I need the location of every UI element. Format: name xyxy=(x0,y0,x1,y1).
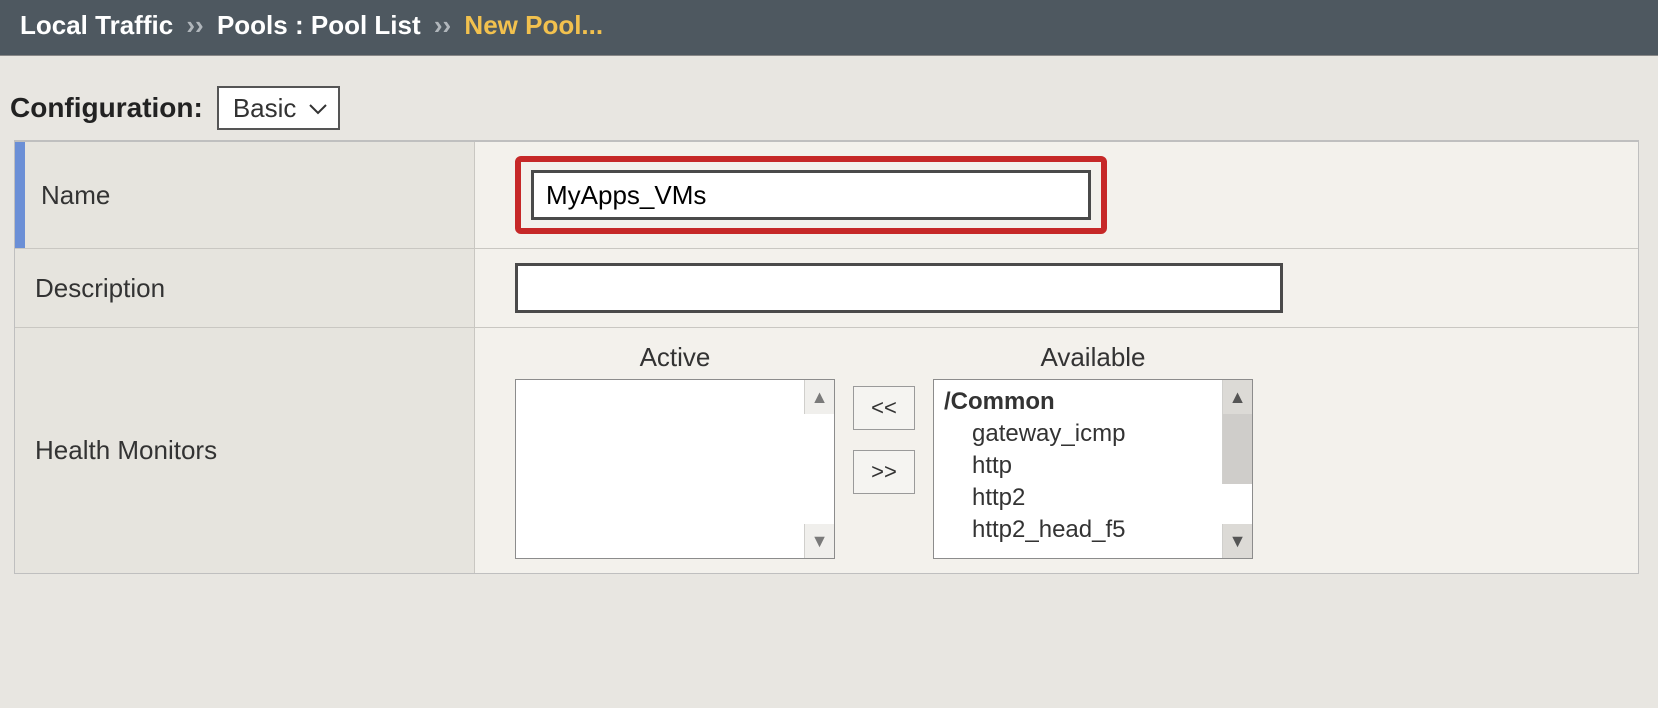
scrollbar-thumb[interactable] xyxy=(1222,414,1252,484)
name-input[interactable] xyxy=(531,170,1091,220)
breadcrumb-local-traffic[interactable]: Local Traffic xyxy=(20,10,173,40)
breadcrumb-separator: ›› xyxy=(428,10,457,40)
configuration-row: Configuration: Basic xyxy=(0,56,1658,140)
breadcrumb: Local Traffic ›› Pools : Pool List ›› Ne… xyxy=(0,0,1658,56)
available-header: Available xyxy=(1040,342,1145,373)
row-description: Description xyxy=(15,249,1638,328)
name-label: Name xyxy=(15,142,475,248)
active-header: Active xyxy=(640,342,711,373)
move-left-button[interactable]: << xyxy=(853,386,915,430)
active-column: Active ▲ ▼ xyxy=(515,342,835,559)
configuration-select[interactable]: Basic xyxy=(217,86,341,130)
move-buttons: << >> xyxy=(853,386,915,494)
breadcrumb-current: New Pool... xyxy=(464,10,603,40)
breadcrumb-pools[interactable]: Pools : Pool List xyxy=(217,10,421,40)
scroll-up-icon[interactable]: ▲ xyxy=(804,380,834,414)
active-listbox[interactable]: ▲ ▼ xyxy=(515,379,835,559)
list-item[interactable]: http2_head_f5 xyxy=(944,514,1212,546)
available-column: Available ▲ ▼ /Common gateway_icmp http … xyxy=(933,342,1253,559)
row-name: Name xyxy=(15,142,1638,249)
health-monitors-picker: Active ▲ ▼ << >> Available xyxy=(515,342,1253,559)
pool-form-table: Name Description Health Monitors Active xyxy=(14,140,1639,574)
list-item[interactable]: http2 xyxy=(944,482,1212,514)
description-input[interactable] xyxy=(515,263,1283,313)
row-health-monitors: Health Monitors Active ▲ ▼ << >> xyxy=(15,328,1638,573)
chevron-down-icon xyxy=(308,94,328,122)
breadcrumb-separator: ›› xyxy=(180,10,209,40)
available-items: /Common gateway_icmp http http2 http2_he… xyxy=(934,380,1222,552)
configuration-label: Configuration: xyxy=(10,92,203,124)
name-highlight xyxy=(515,156,1107,234)
configuration-select-value: Basic xyxy=(233,93,297,124)
available-group: /Common xyxy=(944,386,1212,418)
available-listbox[interactable]: ▲ ▼ /Common gateway_icmp http http2 http… xyxy=(933,379,1253,559)
list-item[interactable]: http xyxy=(944,450,1212,482)
move-right-button[interactable]: >> xyxy=(853,450,915,494)
list-item[interactable]: gateway_icmp xyxy=(944,418,1212,450)
description-label: Description xyxy=(15,249,475,327)
health-monitors-label: Health Monitors xyxy=(15,328,475,573)
scroll-down-icon[interactable]: ▼ xyxy=(804,524,834,558)
scroll-up-icon[interactable]: ▲ xyxy=(1222,380,1252,414)
active-items xyxy=(516,380,804,392)
scroll-down-icon[interactable]: ▼ xyxy=(1222,524,1252,558)
